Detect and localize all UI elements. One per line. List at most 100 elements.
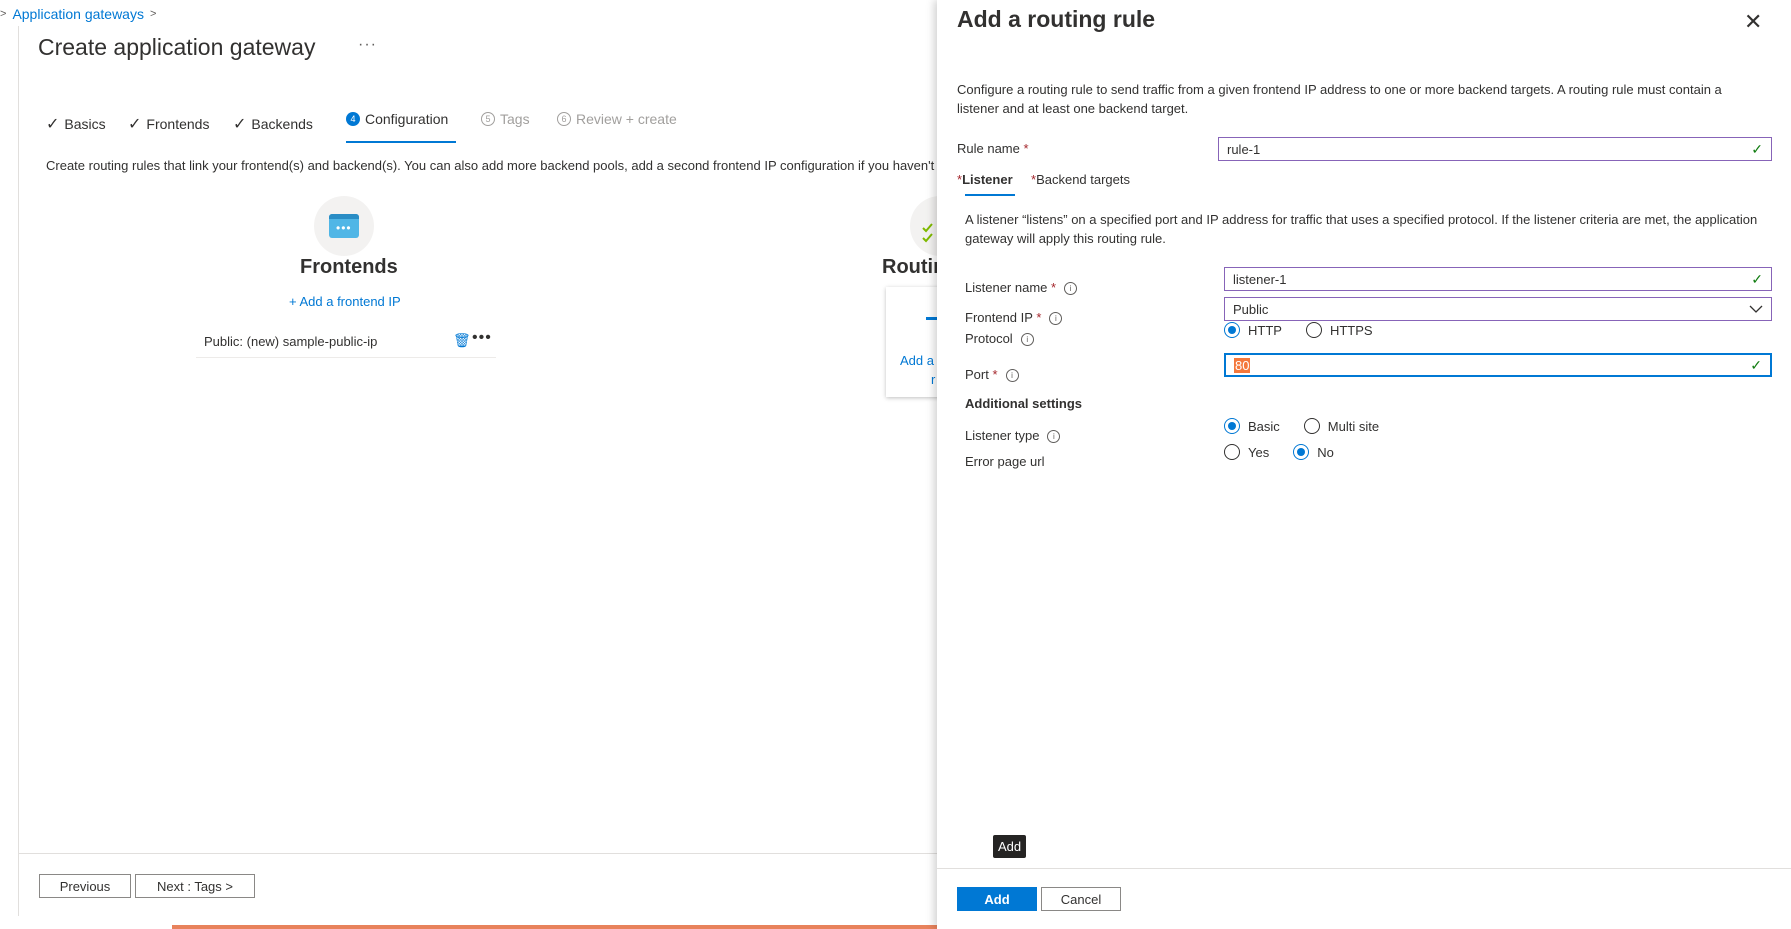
frontend-ip-value: Public — [1233, 301, 1269, 317]
add-routing-rule-text-line2: r — [931, 372, 936, 387]
previous-button[interactable]: Previous — [39, 874, 131, 898]
additional-settings-heading: Additional settings — [965, 396, 1082, 411]
more-options-icon[interactable]: ··· — [358, 36, 377, 54]
more-options-icon[interactable]: ••• — [472, 329, 492, 347]
info-icon[interactable]: i — [1047, 430, 1061, 444]
info-icon[interactable]: i — [1049, 312, 1063, 326]
required-asterisk: * — [1036, 310, 1042, 325]
page-title: Create application gateway — [38, 34, 316, 60]
footer-divider — [18, 853, 938, 854]
add-frontend-ip-link[interactable]: + Add a frontend IP — [289, 294, 401, 309]
step-tags[interactable]: 5 Tags — [481, 111, 530, 127]
listener-type-label: Listener type i — [965, 428, 1061, 444]
add-button[interactable]: Add — [957, 887, 1037, 911]
info-icon[interactable]: i — [1020, 333, 1034, 347]
frontend-ip-label: Public: (new) sample-public-ip — [204, 334, 378, 349]
rule-name-value: rule-1 — [1227, 141, 1261, 157]
listener-name-label-text: Listener name — [965, 280, 1048, 295]
protocol-https-radio[interactable]: HTTPS — [1305, 322, 1373, 338]
required-asterisk: * — [992, 367, 998, 382]
radio-label: No — [1317, 444, 1334, 460]
step-label: Backends — [251, 116, 313, 132]
trash-icon[interactable]: 🗑 — [453, 332, 471, 349]
breadcrumb-application-gateways-link[interactable]: Application gateways — [12, 6, 144, 22]
progress-bar — [172, 925, 938, 929]
error-page-url-label: Error page url — [965, 454, 1045, 469]
add-routing-rule-text: Add a — [900, 353, 934, 368]
valid-check-icon: ✓ — [1751, 270, 1763, 287]
listener-type-radio-group: Basic Multi site — [1224, 418, 1403, 434]
radio-label: Multi site — [1327, 418, 1380, 434]
valid-check-icon: ✓ — [1751, 140, 1763, 157]
close-icon[interactable]: ✕ — [1744, 9, 1762, 35]
breadcrumb-separator-icon: > — [149, 8, 157, 20]
step-configuration[interactable]: 4 Configuration — [346, 111, 448, 127]
routing-rules-heading: Routin — [882, 256, 946, 278]
radio-unselected-icon — [1305, 322, 1322, 338]
frontend-ip-dropdown[interactable]: Public — [1224, 297, 1772, 321]
listener-name-value: listener-1 — [1233, 271, 1287, 287]
configuration-description: Create routing rules that link your fron… — [46, 158, 935, 173]
port-label: Port * i — [965, 367, 1019, 383]
listener-type-multisite-radio[interactable]: Multi site — [1303, 418, 1380, 434]
radio-unselected-icon — [1224, 444, 1240, 460]
listener-type-basic-radio[interactable]: Basic — [1224, 418, 1280, 434]
step-backends[interactable]: ✓ Backends — [233, 114, 313, 134]
required-asterisk: * — [1023, 141, 1029, 156]
step-review-create[interactable]: 6 Review + create — [557, 111, 677, 127]
radio-label: HTTP — [1248, 322, 1282, 338]
step-label: Configuration — [365, 111, 449, 127]
listener-description: A listener “listens” on a specified port… — [965, 212, 1758, 246]
protocol-radio-group: HTTP HTTPS — [1224, 322, 1397, 338]
error-page-no-radio[interactable]: No — [1293, 444, 1334, 460]
protocol-http-radio[interactable]: HTTP — [1224, 322, 1282, 338]
step-number-badge: 6 — [557, 112, 571, 126]
radio-selected-icon — [1224, 322, 1240, 338]
list-item: Public: (new) sample-public-ip 🗑 ••• — [196, 329, 496, 358]
port-label-text: Port — [965, 367, 989, 382]
port-input[interactable]: 80 ✓ — [1224, 353, 1772, 377]
radio-selected-icon — [1293, 444, 1310, 460]
next-tags-button[interactable]: Next : Tags > — [135, 874, 255, 898]
frontends-icon-circle: ••• — [314, 196, 374, 256]
info-icon[interactable]: i — [1064, 282, 1078, 296]
page-left-border — [18, 26, 19, 916]
cancel-button[interactable]: Cancel — [1041, 887, 1121, 911]
step-label: Review + create — [576, 111, 677, 127]
rule-name-label-text: Rule name — [957, 141, 1020, 156]
info-icon[interactable]: i — [1005, 369, 1019, 383]
active-tab-indicator — [965, 194, 1015, 196]
listener-name-label: Listener name * i — [965, 280, 1078, 296]
tab-listener[interactable]: *Listener — [957, 172, 1013, 187]
radio-label: HTTPS — [1329, 322, 1373, 338]
step-frontends[interactable]: ✓ Frontends — [128, 114, 209, 134]
panel-description: Configure a routing rule to send traffic… — [957, 82, 1722, 116]
tab-backend-targets-label: Backend targets — [1036, 172, 1131, 187]
port-value: 80 — [1234, 357, 1251, 373]
error-page-yes-radio[interactable]: Yes — [1224, 444, 1269, 460]
error-page-url-radio-group: Yes No — [1224, 444, 1358, 460]
frontend-ip-label: Frontend IP * i — [965, 310, 1063, 326]
breadcrumb-chevron-icon: > — [0, 8, 7, 20]
tab-backend-targets[interactable]: *Backend targets — [1031, 172, 1130, 187]
protocol-label-text: Protocol — [965, 331, 1013, 346]
panel-title: Add a routing rule — [957, 6, 1156, 32]
step-number-badge: 4 — [346, 112, 360, 126]
checkmark-icon: ✓ — [128, 116, 142, 133]
checkmark-icon: ✓ — [233, 116, 247, 133]
listener-name-input[interactable]: listener-1 ✓ — [1224, 267, 1772, 291]
add-routing-rule-panel: Add a routing rule ✕ Configure a routing… — [937, 0, 1791, 929]
active-step-indicator — [346, 141, 456, 143]
rule-name-input[interactable]: rule-1 ✓ — [1218, 137, 1772, 161]
protocol-label: Protocol i — [965, 331, 1034, 347]
listener-type-label-text: Listener type — [965, 428, 1040, 443]
breadcrumb: > Application gateways > — [0, 6, 156, 22]
radio-label: Yes — [1248, 444, 1270, 460]
step-basics[interactable]: ✓ Basics — [46, 114, 106, 134]
tab-listener-label: Listener — [962, 172, 1013, 187]
required-asterisk: * — [1051, 280, 1057, 295]
step-label: Frontends — [146, 116, 210, 132]
step-number-badge: 5 — [481, 112, 495, 126]
frontend-ip-label-text: Frontend IP — [965, 310, 1033, 325]
step-label: Tags — [500, 111, 530, 127]
